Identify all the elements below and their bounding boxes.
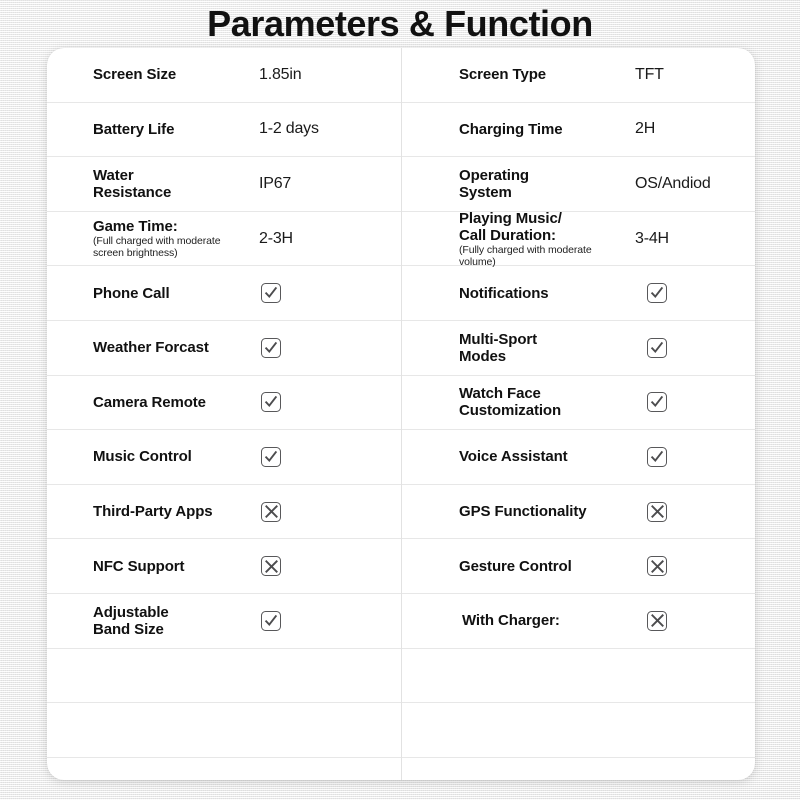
table-row: Weather Forcast bbox=[47, 321, 401, 376]
row-label: Screen Size bbox=[93, 66, 177, 84]
row-label: Charging Time bbox=[459, 120, 563, 138]
row-label-note: (Full charged with moderate screen brigh… bbox=[93, 235, 221, 260]
table-row: Watch Face Customization bbox=[402, 376, 755, 431]
table-row: Music Control bbox=[47, 430, 401, 485]
table-row: Camera Remote bbox=[47, 376, 401, 431]
cross-icon[interactable] bbox=[261, 556, 281, 577]
specification-card: Screen Size 1.85in Battery Life 1-2 days Wat… bbox=[47, 48, 755, 780]
spec-column-right: Screen Type TFT Charging Time 2H Operating S… bbox=[402, 48, 755, 780]
row-label: Adjustable Band Size bbox=[93, 603, 169, 638]
page-title: Parameters & Function bbox=[207, 3, 593, 44]
row-label: GPS Functionality bbox=[459, 503, 587, 521]
cross-icon[interactable] bbox=[261, 501, 281, 522]
table-row: Voice Assistant bbox=[402, 430, 755, 485]
row-label: Game Time: (Full charged with moderate sc… bbox=[93, 218, 258, 259]
table-row: Playing Music/ Call Duration: (Fully char… bbox=[402, 210, 755, 268]
checkmark-icon[interactable] bbox=[647, 337, 667, 358]
row-label: Voice Assistant bbox=[459, 448, 568, 466]
row-label: Gesture Control bbox=[459, 557, 572, 575]
table-row: Notifications bbox=[402, 266, 755, 321]
row-label: Screen Type bbox=[459, 66, 546, 84]
checkmark-icon[interactable] bbox=[261, 337, 281, 358]
table-row-empty bbox=[402, 758, 755, 780]
row-label-note: (Fully charged with moderate volume) bbox=[459, 243, 592, 268]
table-row: Third-Party Apps bbox=[47, 485, 401, 540]
row-value: TFT bbox=[635, 65, 664, 83]
spec-column-left: Screen Size 1.85in Battery Life 1-2 days Wat… bbox=[47, 48, 401, 780]
row-value: 2-3H bbox=[259, 229, 293, 247]
row-value: 2H bbox=[635, 120, 656, 138]
table-row: NFC Support bbox=[47, 539, 401, 594]
table-row: Battery Life 1-2 days bbox=[47, 103, 401, 158]
table-row: Screen Size 1.85in bbox=[47, 48, 401, 103]
column-divider bbox=[401, 48, 402, 780]
checkmark-icon[interactable] bbox=[261, 283, 281, 304]
row-value: IP67 bbox=[259, 174, 292, 192]
row-label: Operating System bbox=[459, 166, 529, 201]
table-row-empty bbox=[47, 758, 401, 780]
row-label: Third-Party Apps bbox=[93, 503, 213, 521]
row-value: 1-2 days bbox=[259, 120, 319, 138]
row-value: 1.85in bbox=[259, 65, 302, 83]
table-row: With Charger: bbox=[402, 594, 755, 649]
row-label: Playing Music/ Call Duration: (Fully char… bbox=[459, 210, 631, 268]
table-row: Gesture Control bbox=[402, 539, 755, 594]
table-row: Screen Type TFT bbox=[402, 48, 755, 103]
checkmark-icon[interactable] bbox=[261, 610, 281, 631]
checkmark-icon[interactable] bbox=[261, 392, 281, 413]
row-label: Battery Life bbox=[93, 120, 175, 138]
table-row: GPS Functionality bbox=[402, 485, 755, 540]
checkmark-icon[interactable] bbox=[647, 283, 667, 304]
row-label: Weather Forcast bbox=[93, 339, 209, 357]
table-row-empty bbox=[402, 703, 755, 758]
row-label: Music Control bbox=[93, 448, 192, 466]
table-row-empty bbox=[47, 649, 401, 704]
cross-icon[interactable] bbox=[647, 556, 667, 577]
table-row: Operating System OS/Andiod bbox=[402, 157, 755, 212]
table-row-empty bbox=[402, 649, 755, 704]
cross-icon[interactable] bbox=[647, 501, 667, 522]
row-value: OS/Andiod bbox=[635, 174, 711, 192]
row-label: Phone Call bbox=[93, 284, 170, 302]
row-label: Multi-Sport Modes bbox=[459, 330, 538, 365]
table-row: Game Time: (Full charged with moderate sc… bbox=[47, 212, 401, 267]
table-row-empty bbox=[47, 703, 401, 758]
checkmark-icon[interactable] bbox=[647, 446, 667, 467]
row-label: With Charger: bbox=[462, 612, 560, 630]
table-row: Water Resistance IP67 bbox=[47, 157, 401, 212]
cross-icon[interactable] bbox=[647, 610, 667, 631]
table-row: Multi-Sport Modes bbox=[402, 321, 755, 376]
row-label: Watch Face Customization bbox=[459, 385, 562, 420]
row-label: Camera Remote bbox=[93, 393, 206, 411]
checkmark-icon[interactable] bbox=[647, 392, 667, 413]
row-label: NFC Support bbox=[93, 557, 185, 575]
table-row: Adjustable Band Size bbox=[47, 594, 401, 649]
table-row: Charging Time 2H bbox=[402, 103, 755, 158]
checkmark-icon[interactable] bbox=[261, 446, 281, 467]
table-row: Phone Call bbox=[47, 266, 401, 321]
row-value: 3-4H bbox=[635, 229, 669, 247]
row-label: Water Resistance bbox=[93, 166, 172, 201]
row-label: Notifications bbox=[459, 284, 549, 302]
